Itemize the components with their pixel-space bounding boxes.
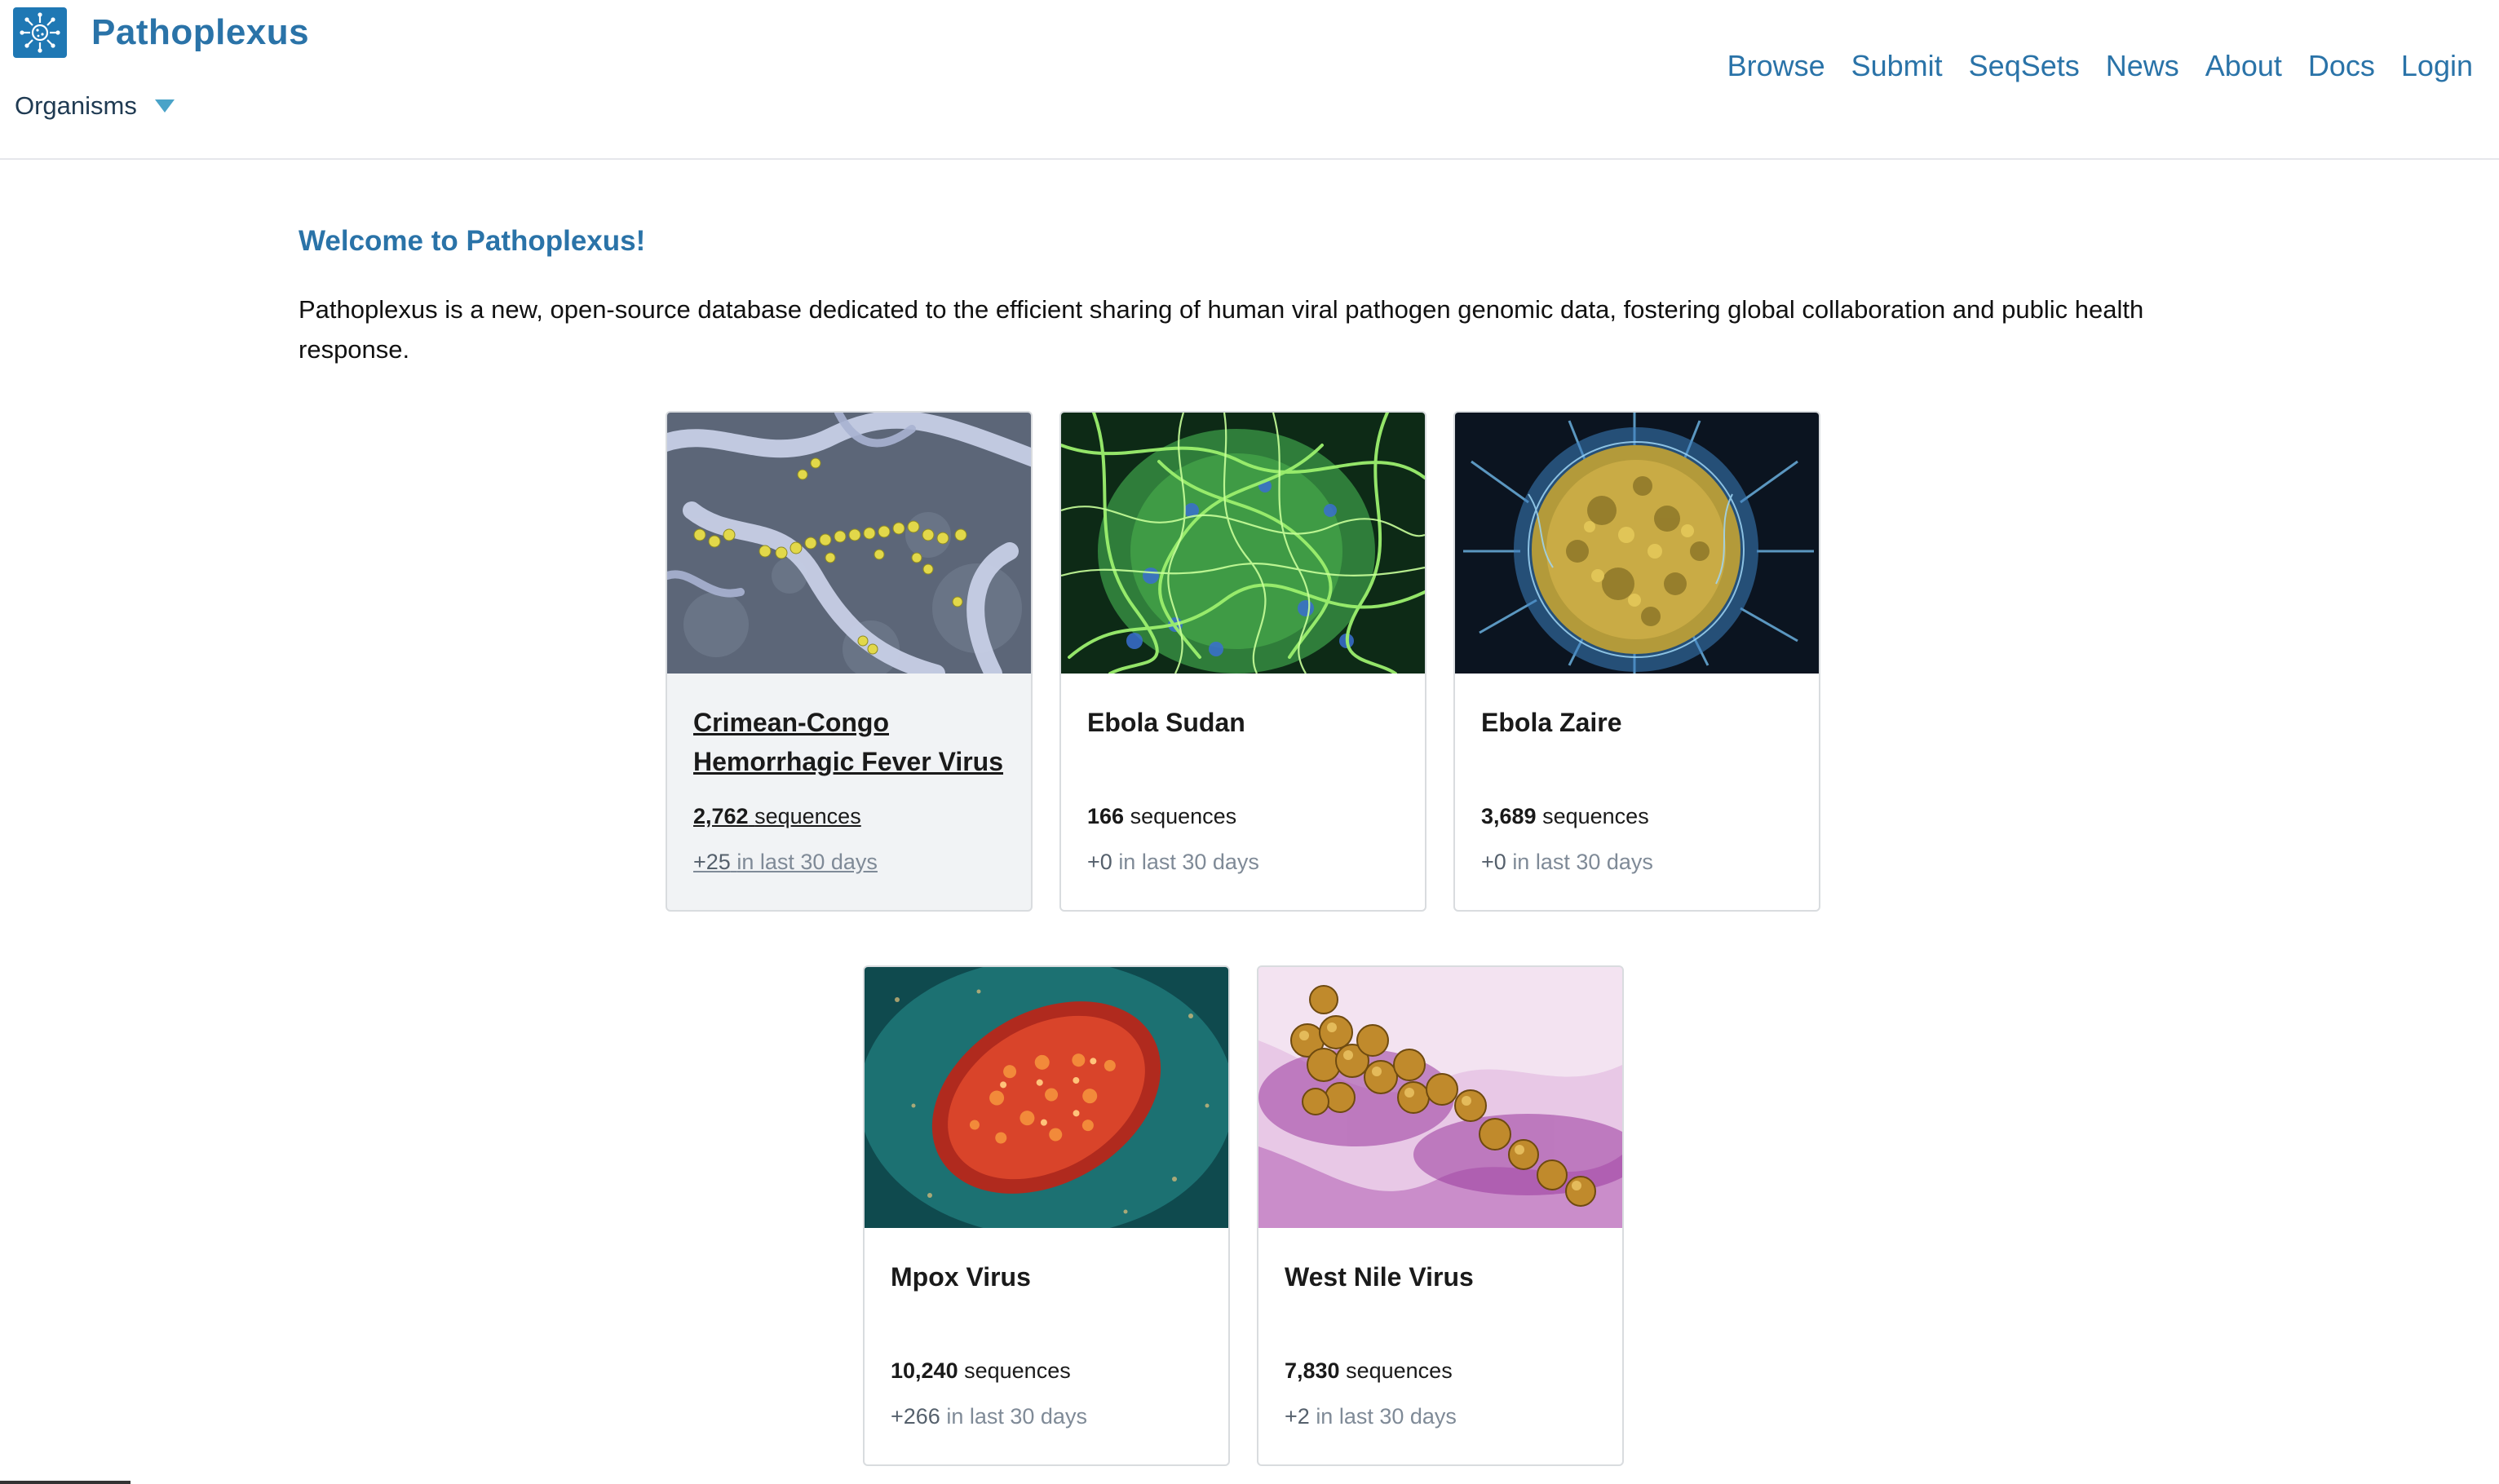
brand-name: Pathoplexus bbox=[91, 12, 310, 52]
west-nile-virus-image bbox=[1258, 967, 1622, 1228]
site-header: Pathoplexus Organisms Browse Submit SeqS… bbox=[0, 0, 2499, 160]
virus-logo-icon bbox=[13, 7, 67, 58]
sequence-count: 7,830 sequences bbox=[1285, 1358, 1453, 1383]
organism-card-west-nile[interactable]: West Nile Virus 7,830 sequences +2 in la… bbox=[1257, 965, 1624, 1466]
nav-news-link[interactable]: News bbox=[2106, 49, 2179, 83]
recent-count: +25 in last 30 days bbox=[693, 850, 878, 874]
nav-about-link[interactable]: About bbox=[2205, 49, 2282, 83]
card-title: Mpox Virus bbox=[891, 1262, 1031, 1292]
nav-submit-link[interactable]: Submit bbox=[1851, 49, 1943, 83]
cchf-virus-image bbox=[667, 413, 1031, 674]
nav-browse-link[interactable]: Browse bbox=[1727, 49, 1825, 83]
main-nav: Browse Submit SeqSets News About Docs Lo… bbox=[1727, 49, 2473, 83]
recent-count: +2 in last 30 days bbox=[1285, 1404, 1457, 1429]
scrollbar-indicator bbox=[0, 1481, 130, 1484]
organisms-label: Organisms bbox=[15, 91, 137, 120]
card-title: Crimean-Congo Hemorrhagic Fever Virus bbox=[693, 708, 1004, 776]
sequence-count: 2,762 sequences bbox=[693, 804, 861, 828]
organism-card-mpox[interactable]: Mpox Virus 10,240 sequences +266 in last… bbox=[863, 965, 1230, 1466]
sequence-count: 166 sequences bbox=[1087, 804, 1237, 828]
nav-seqsets-link[interactable]: SeqSets bbox=[1969, 49, 2080, 83]
recent-count: +266 in last 30 days bbox=[891, 1404, 1087, 1429]
ebola-zaire-image bbox=[1455, 413, 1819, 674]
organisms-dropdown[interactable]: Organisms bbox=[15, 91, 175, 121]
brand-link[interactable]: Pathoplexus bbox=[13, 3, 309, 62]
organism-card-cchf[interactable]: Crimean-Congo Hemorrhagic Fever Virus 2,… bbox=[666, 411, 1033, 912]
page-title: Welcome to Pathoplexus! bbox=[299, 225, 646, 257]
intro-text: Pathoplexus is a new, open-source databa… bbox=[299, 295, 2144, 364]
card-title: Ebola Zaire bbox=[1481, 708, 1622, 737]
card-title: Ebola Sudan bbox=[1087, 708, 1245, 737]
recent-count: +0 in last 30 days bbox=[1087, 850, 1259, 874]
mpox-virus-image bbox=[865, 967, 1228, 1228]
sequence-count: 10,240 sequences bbox=[891, 1358, 1071, 1383]
organism-card-ebola-sudan[interactable]: Ebola Sudan 166 sequences +0 in last 30 … bbox=[1059, 411, 1426, 912]
organism-card-ebola-zaire[interactable]: Ebola Zaire 3,689 sequences +0 in last 3… bbox=[1453, 411, 1820, 912]
caret-down-icon bbox=[154, 99, 175, 113]
recent-count: +0 in last 30 days bbox=[1481, 850, 1653, 874]
card-title: West Nile Virus bbox=[1285, 1262, 1474, 1292]
nav-docs-link[interactable]: Docs bbox=[2308, 49, 2375, 83]
sequence-count: 3,689 sequences bbox=[1481, 804, 1649, 828]
nav-login-link[interactable]: Login bbox=[2401, 49, 2473, 83]
ebola-sudan-image bbox=[1061, 413, 1425, 674]
